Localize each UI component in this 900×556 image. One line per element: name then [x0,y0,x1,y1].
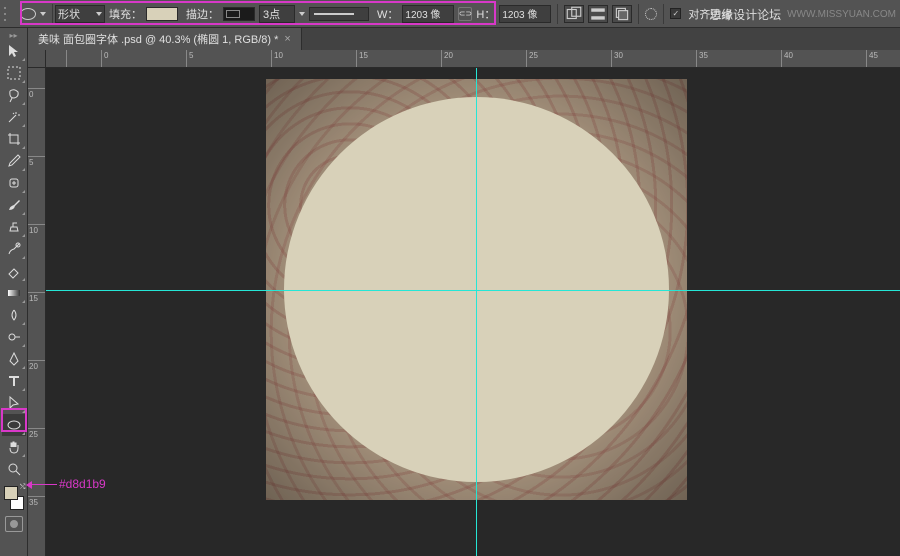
brush-tool[interactable] [2,194,26,216]
ruler-tick: 15 [356,50,357,67]
options-bar: 形状 填充： 描边： 3点 W： 1203 像 ⊂⊃ H： 1203 像 ✓ 对… [0,0,900,28]
ruler-tick: 40 [781,50,782,67]
ruler-tick: 35 [696,50,697,67]
ruler-tick: 5 [186,50,187,67]
ruler-horizontal[interactable]: 0 5 10 15 20 25 30 35 40 45 [46,50,900,68]
shape-mode-select[interactable]: 形状 [55,5,105,23]
stroke-width-input[interactable]: 3点 [259,5,295,23]
width-label: W： [377,6,398,22]
ruler-tick: 0 [101,50,102,67]
ruler-tick: 45 [866,50,867,67]
stroke-swatch[interactable] [223,7,255,21]
ruler-origin[interactable] [28,50,46,68]
clone-stamp-tool[interactable] [2,216,26,238]
fill-label: 填充： [109,6,142,22]
align-button[interactable] [588,5,608,23]
arrange-button[interactable] [612,5,632,23]
ruler-tick: 20 [441,50,442,67]
marquee-tool[interactable] [2,62,26,84]
ruler-tick: 25 [526,50,527,67]
width-input[interactable]: 1203 像 [402,5,454,23]
magic-wand-tool[interactable] [2,106,26,128]
watermark-site: 思缘设计论坛 [709,6,781,23]
type-tool[interactable] [2,370,26,392]
annotation-color-callout: #d8d1b9 [31,477,106,491]
ruler-tick: 10 [28,224,45,225]
ruler-tick: 0 [28,88,45,89]
height-input[interactable]: 1203 像 [499,5,551,23]
foreground-background-swatch[interactable]: ⤭ [2,484,26,512]
healing-brush-tool[interactable] [2,172,26,194]
options-grip[interactable] [4,5,12,23]
ruler-tick: 30 [611,50,612,67]
chevron-down-icon [96,12,102,16]
path-select-tool[interactable] [2,392,26,414]
hand-tool[interactable] [2,436,26,458]
guide-vertical[interactable] [476,68,477,556]
history-brush-tool[interactable] [2,238,26,260]
document-tab-title: 美味 面包圈字体 .psd @ 40.3% (椭圆 1, RGB/8) * [38,31,278,47]
quick-mask-toggle[interactable] [5,516,23,532]
zoom-tool[interactable] [2,458,26,480]
ruler-tick: 5 [28,156,45,157]
swap-colors-icon[interactable]: ⤭ [20,484,26,492]
ruler-tick: 35 [28,496,45,497]
eyedropper-tool[interactable] [2,150,26,172]
pen-tool[interactable] [2,348,26,370]
canvas-viewport[interactable] [46,68,900,556]
height-label: H： [476,6,495,22]
ruler-tick: 25 [28,428,45,429]
watermark-url: WWW.MISSYUAN.COM [787,9,896,20]
move-tool[interactable] [2,40,26,62]
ruler-tick: 15 [28,292,45,293]
tool-preset-icon[interactable] [20,8,36,20]
ellipse-shape-tool[interactable] [2,414,26,436]
watermark: 思缘设计论坛 WWW.MISSYUAN.COM [709,6,896,23]
dodge-tool[interactable] [2,326,26,348]
ruler-tick: 20 [28,360,45,361]
guide-horizontal[interactable] [46,290,900,291]
align-edges-checkbox[interactable]: ✓ [670,8,681,19]
foreground-color-swatch[interactable] [4,486,18,500]
shape-options-gear-icon[interactable] [645,8,657,20]
ruler-tick [66,50,67,67]
ruler-tick: 10 [271,50,272,67]
document-tab[interactable]: 美味 面包圈字体 .psd @ 40.3% (椭圆 1, RGB/8) * × [28,28,302,50]
close-tab-icon[interactable]: × [284,33,290,45]
eraser-tool[interactable] [2,260,26,282]
toolbox-collapse-toggle[interactable]: ▸▸ [3,30,25,40]
toolbox: ▸▸ ⤭ [0,28,28,556]
shape-mode-label: 形状 [58,6,80,22]
crop-tool[interactable] [2,128,26,150]
path-ops-button[interactable] [564,5,584,23]
gradient-tool[interactable] [2,282,26,304]
document-tabbar: 美味 面包圈字体 .psd @ 40.3% (椭圆 1, RGB/8) * × [28,28,900,50]
tool-preset-dropdown[interactable] [40,12,46,16]
fill-swatch[interactable] [146,7,178,21]
annotation-color-text: #d8d1b9 [59,477,106,491]
stroke-style-select[interactable] [309,7,369,21]
work-area: 0 5 10 15 20 25 30 35 40 45 0 5 10 15 20 25 35 [28,50,900,556]
stroke-label: 描边： [186,6,219,22]
stroke-width-dropdown[interactable] [299,12,305,16]
blur-tool[interactable] [2,304,26,326]
lasso-tool[interactable] [2,84,26,106]
link-wh-icon[interactable]: ⊂⊃ [458,7,472,21]
